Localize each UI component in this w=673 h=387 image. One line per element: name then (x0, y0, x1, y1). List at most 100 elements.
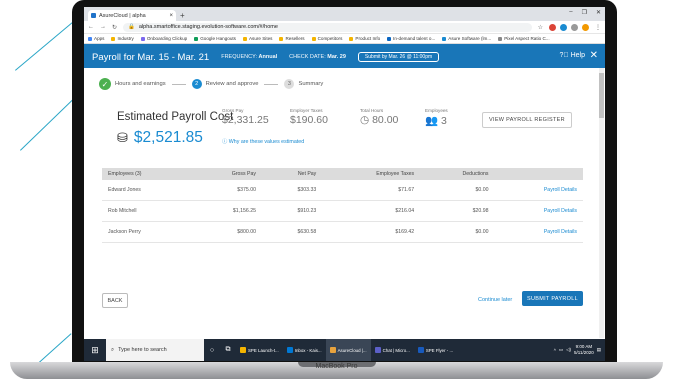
bookmark-item[interactable]: Resellers (279, 36, 305, 41)
taskbar-app[interactable]: AsureCloud |... (325, 339, 371, 361)
metric-value: $190.60 (290, 114, 328, 126)
bookmark-icon (498, 36, 503, 41)
close-payroll-button[interactable]: ✕ (590, 50, 598, 61)
maximize-button[interactable]: ❐ (582, 9, 587, 16)
taskbar-app[interactable]: SPE Flyer - ... (414, 339, 457, 361)
taskbar-app[interactable]: Chat | Micro... (371, 339, 414, 361)
help-button[interactable]: ?⃝ Help (559, 52, 585, 59)
bookmark-icon (349, 36, 354, 41)
forward-arrow-icon[interactable]: → (100, 24, 106, 30)
bookmark-icon (242, 36, 247, 41)
employee-name: Rob Mitchell (102, 200, 192, 222)
column-header: Employees (3) (102, 168, 192, 180)
coins-icon: ⛁ (117, 130, 128, 145)
step-label[interactable]: Summary (298, 81, 323, 87)
step-number: 2 (191, 79, 202, 89)
minimize-button[interactable]: – (569, 9, 572, 16)
employee-taxes-cell: $169.42 (322, 221, 421, 243)
new-tab-button[interactable]: + (180, 10, 185, 21)
tray-chevron-icon[interactable]: ^ (554, 348, 556, 353)
metric-label: Gross Pay (222, 108, 244, 113)
back-arrow-icon[interactable]: ← (88, 24, 94, 30)
gross-pay-cell: $1,156.25 (191, 200, 262, 222)
taskbar-clock[interactable]: 9:00 AM 5/11/2020 (574, 344, 594, 356)
bookmark-item[interactable]: In-demand talent o... (387, 36, 435, 41)
payroll-details-link[interactable]: Payroll Details (494, 180, 583, 201)
profile-avatar[interactable] (582, 23, 589, 31)
column-header: Deductions (420, 168, 495, 180)
volume-icon[interactable]: ◁) (566, 347, 571, 353)
laptop-screen: AsureCloud | alpha × + – ❐ ✕ ← → ↻ 🔒 alp… (84, 7, 605, 361)
employer-taxes-metric: Employer Taxes $190.60 (290, 108, 328, 126)
bookmark-label: Product Info (355, 36, 381, 41)
laptop-brand-label: MacBook Pro (315, 363, 358, 370)
bookmark-item[interactable]: Onboarding Clickup (140, 36, 188, 41)
payroll-details-link[interactable]: Payroll Details (494, 200, 583, 222)
extension-icon[interactable] (571, 23, 578, 31)
bookmark-item[interactable]: Pixel Aspect Ratio C... (498, 36, 550, 41)
bookmark-icon (111, 36, 116, 41)
submit-payroll-button[interactable]: SUBMIT PAYROLL (522, 291, 583, 306)
payroll-content: ✓ Hours and earnings 2 Review and approv… (84, 68, 605, 338)
step-label[interactable]: Hours and earnings (115, 81, 166, 87)
app-icon (417, 347, 424, 353)
bookmark-item[interactable]: Competitors (311, 36, 342, 41)
bookmark-item[interactable]: Product Info (349, 36, 380, 41)
extensions (549, 23, 589, 31)
star-icon[interactable]: ☆ (538, 24, 543, 31)
search-icon: ⌕ (111, 346, 115, 353)
window-close-button[interactable]: ✕ (596, 9, 601, 16)
taskbar-app-label: Chat | Micro... (382, 347, 410, 353)
bookmark-item[interactable]: Asure Software (lm... (442, 36, 491, 41)
bookmark-label: Onboarding Clickup (146, 36, 188, 41)
continue-later-link[interactable]: Continue later (478, 297, 512, 303)
clock-icon: ◷ (360, 114, 373, 126)
metric-value: 3 (441, 115, 447, 127)
reload-icon[interactable]: ↻ (112, 24, 117, 31)
task-view-icon[interactable]: ⧉ (220, 346, 236, 354)
tab-close-icon[interactable]: × (169, 13, 173, 19)
payroll-details-link[interactable]: Payroll Details (494, 221, 583, 243)
extension-icon[interactable] (560, 23, 567, 31)
estimate-total: ⛁ $2,521.85 (117, 129, 203, 147)
step-label[interactable]: Review and approve (206, 81, 259, 87)
scrollbar-thumb[interactable] (599, 73, 604, 118)
deductions-cell: $20.98 (420, 200, 495, 222)
url-text: alpha.smartoffice.staging.evolution-soft… (138, 24, 278, 30)
extension-icon[interactable] (549, 23, 556, 31)
gross-pay-metric: Gross Pay $2,331.25 (222, 108, 269, 126)
why-estimated-link[interactable]: ⓘ Why are these values estimated (222, 137, 304, 145)
address-bar[interactable]: 🔒 alpha.smartoffice.staging.evolution-so… (123, 22, 532, 32)
bookmark-item[interactable]: Industry (111, 36, 134, 41)
network-icon[interactable]: ▭ (559, 347, 563, 353)
bookmark-label: Asure Sites (248, 36, 273, 41)
taskbar-app-label: SPE Flyer - ... (425, 347, 454, 353)
check-icon: ✓ (99, 78, 111, 90)
gross-pay-cell: $800.00 (191, 221, 262, 243)
bookmark-item[interactable]: Asure Sites (242, 36, 273, 41)
deductions-cell: $0.00 (420, 221, 495, 243)
taskbar-app[interactable]: SPE Launch-t... (236, 339, 283, 361)
decorative-line (20, 94, 79, 151)
app-icon (240, 347, 246, 353)
estimate-total-value: $2,521.85 (133, 129, 203, 146)
menu-icon[interactable]: ⋮ (595, 24, 601, 31)
taskbar-app-label: SPE Launch-t... (248, 347, 279, 353)
cortana-icon[interactable]: ○ (204, 347, 220, 354)
taskbar-app[interactable]: Inbox - Kais... (283, 339, 326, 361)
taskbar-apps: SPE Launch-t... Inbox - Kais... AsureCloud… (236, 339, 457, 361)
table-header-row: Employees (3) Gross Pay Net Pay Employee… (102, 168, 583, 180)
bookmark-item[interactable]: Google Hangouts (194, 36, 236, 41)
view-payroll-register-button[interactable]: VIEW PAYROLL REGISTER (482, 112, 572, 128)
bookmark-item[interactable]: Apps (88, 36, 104, 41)
back-button[interactable]: BACK (102, 293, 128, 308)
system-tray: ^ ▭ ◁) 9:00 AM 5/11/2020 ▤ (554, 344, 605, 356)
windows-start-icon[interactable]: ⊞ (84, 339, 106, 361)
taskbar-search-input[interactable]: ⌕ Type here to search (106, 339, 204, 361)
browser-tab[interactable]: AsureCloud | alpha × (88, 10, 176, 21)
notifications-icon[interactable]: ▤ (597, 347, 601, 353)
bookmark-icon (194, 36, 199, 41)
bookmark-label: Industry (117, 36, 134, 41)
bookmark-label: Resellers (285, 36, 305, 41)
help-circle-icon: ⓘ (222, 139, 229, 145)
